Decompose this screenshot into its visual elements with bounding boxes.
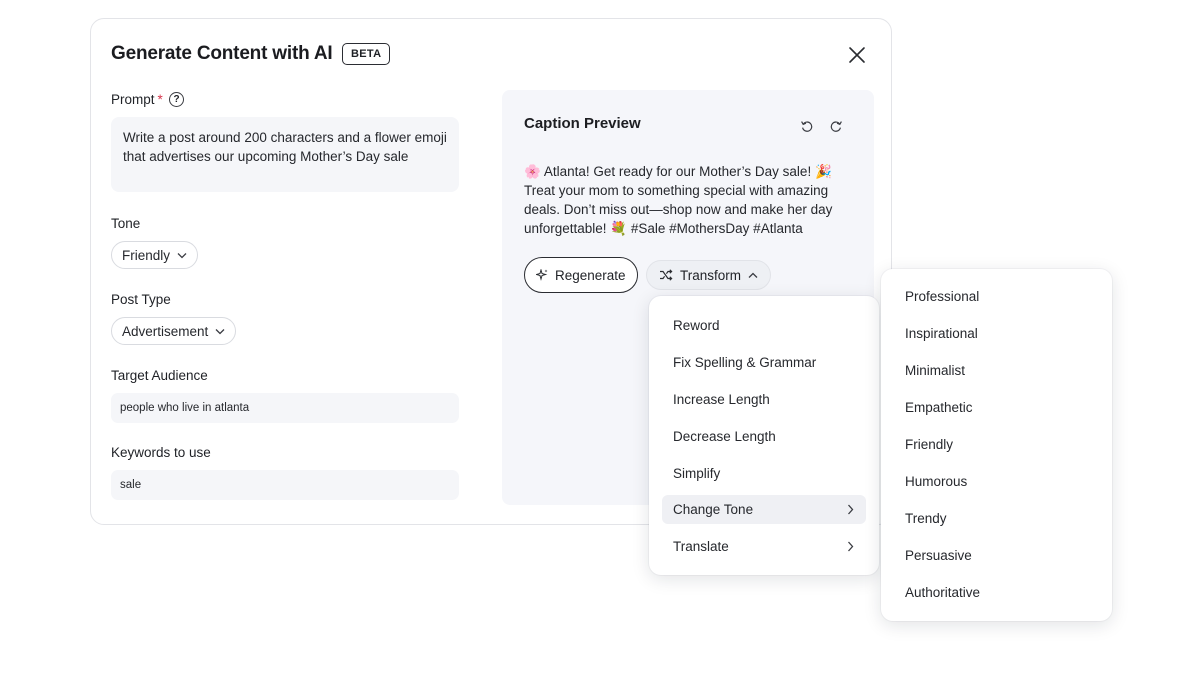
chevron-up-icon (748, 272, 758, 278)
tone-option-professional[interactable]: Professional (905, 288, 979, 306)
menu-item-label: Reword (673, 318, 720, 333)
target-audience-label: Target Audience (111, 368, 208, 383)
post-type-select[interactable]: Advertisement (111, 317, 237, 345)
help-icon[interactable]: ? (169, 92, 184, 107)
chevron-right-icon (848, 504, 854, 515)
menu-item-label: Simplify (673, 466, 721, 481)
prompt-label: Prompt * (111, 92, 163, 107)
tone-select-value: Friendly (122, 247, 171, 263)
menu-item-label: Fix Spelling & Grammar (673, 355, 817, 370)
tone-label: Tone (111, 216, 141, 231)
redo-icon[interactable] (829, 119, 843, 133)
transform-button[interactable]: Transform (646, 260, 772, 290)
tone-option-authoritative[interactable]: Authoritative (905, 584, 980, 602)
chevron-down-icon (215, 328, 225, 334)
transform-label: Transform (680, 267, 742, 283)
menu-item-fix-spelling-grammar[interactable]: Fix Spelling & Grammar (662, 348, 866, 377)
chevron-down-icon (177, 252, 187, 258)
tone-option-persuasive[interactable]: Persuasive (905, 547, 972, 565)
target-audience-input[interactable]: people who live in atlanta (111, 393, 459, 423)
menu-item-change-tone[interactable]: Change Tone (662, 495, 866, 524)
prompt-input[interactable]: Write a post around 200 characters and a… (111, 117, 459, 192)
undo-icon[interactable] (800, 119, 814, 133)
shuffle-icon (660, 269, 673, 281)
menu-item-reword[interactable]: Reword (662, 311, 866, 340)
menu-item-label: Increase Length (673, 392, 770, 407)
chevron-right-icon (848, 541, 854, 552)
keywords-input[interactable]: sale (111, 470, 459, 500)
tone-submenu: Professional Inspirational Minimalist Em… (881, 269, 1112, 621)
post-type-select-value: Advertisement (122, 323, 209, 339)
tone-option-trendy[interactable]: Trendy (905, 510, 947, 528)
tone-option-minimalist[interactable]: Minimalist (905, 362, 965, 380)
regenerate-button[interactable]: Regenerate (524, 257, 638, 293)
menu-item-simplify[interactable]: Simplify (662, 459, 866, 488)
close-icon[interactable] (846, 44, 868, 66)
keywords-label: Keywords to use (111, 445, 211, 460)
tone-option-friendly[interactable]: Friendly (905, 436, 953, 454)
caption-text: 🌸 Atlanta! Get ready for our Mother’s Da… (524, 164, 833, 236)
tone-option-empathetic[interactable]: Empathetic (905, 399, 973, 417)
regenerate-label: Regenerate (555, 267, 626, 283)
required-marker: * (157, 92, 163, 107)
tone-option-inspirational[interactable]: Inspirational (905, 325, 978, 343)
modal-title: Generate Content with AI (111, 43, 333, 64)
menu-item-label: Translate (673, 539, 729, 554)
menu-item-translate[interactable]: Translate (662, 532, 866, 561)
menu-item-increase-length[interactable]: Increase Length (662, 385, 866, 414)
post-type-label: Post Type (111, 292, 171, 307)
prompt-label-text: Prompt (111, 92, 155, 107)
transform-menu: Reword Fix Spelling & Grammar Increase L… (649, 296, 879, 575)
menu-item-label: Decrease Length (673, 429, 776, 444)
beta-badge: BETA (342, 43, 391, 65)
menu-item-decrease-length[interactable]: Decrease Length (662, 422, 866, 451)
menu-item-label: Change Tone (673, 502, 754, 517)
caption-preview-title: Caption Preview (524, 115, 641, 132)
sparkle-icon (536, 269, 548, 281)
tone-option-humorous[interactable]: Humorous (905, 473, 967, 491)
tone-select[interactable]: Friendly (111, 241, 199, 269)
